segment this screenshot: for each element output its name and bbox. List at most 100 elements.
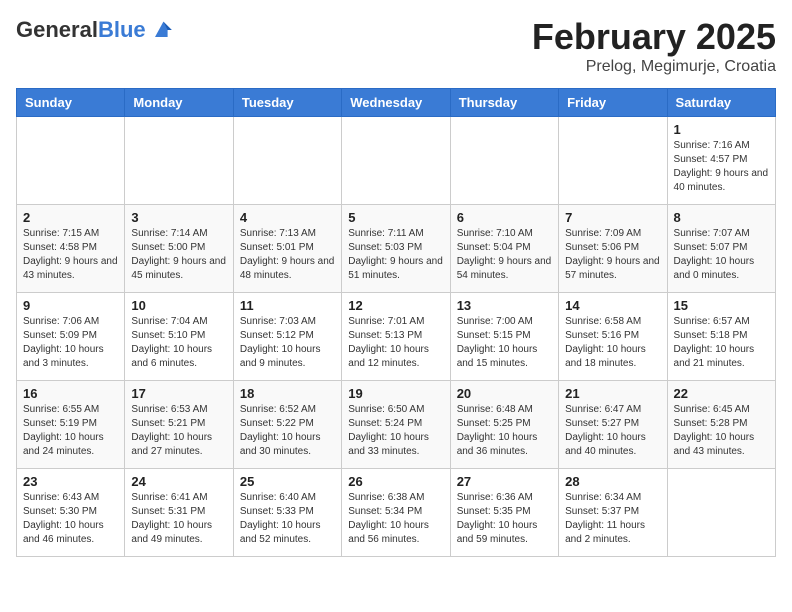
location-subtitle: Prelog, Megimurje, Croatia [532, 58, 776, 76]
day-of-week-header: Monday [125, 89, 233, 117]
calendar-cell: 13 Sunrise: 7:00 AM Sunset: 5:15 PM Dayli… [450, 293, 558, 381]
calendar-cell [667, 469, 775, 557]
calendar-cell: 6 Sunrise: 7:10 AM Sunset: 5:04 PM Daylig… [450, 205, 558, 293]
day-number: 24 [131, 474, 226, 489]
day-number: 21 [565, 386, 660, 401]
day-number: 6 [457, 210, 552, 225]
day-number: 1 [674, 122, 769, 137]
logo: GeneralBlue [16, 16, 176, 44]
logo-blue-text: Blue [98, 17, 146, 42]
day-number: 12 [348, 298, 443, 313]
day-info: Sunrise: 6:48 AM Sunset: 5:25 PM Dayligh… [457, 403, 552, 459]
day-number: 2 [23, 210, 118, 225]
day-of-week-header: Wednesday [342, 89, 450, 117]
calendar-cell: 24 Sunrise: 6:41 AM Sunset: 5:31 PM Dayli… [125, 469, 233, 557]
logo-general-text: General [16, 17, 98, 42]
day-info: Sunrise: 6:36 AM Sunset: 5:35 PM Dayligh… [457, 491, 552, 547]
calendar-cell: 28 Sunrise: 6:34 AM Sunset: 5:37 PM Dayli… [559, 469, 667, 557]
calendar-week-row: 9Sunrise: 7:06 AM Sunset: 5:09 PM Daylig… [17, 293, 776, 381]
day-number: 17 [131, 386, 226, 401]
day-info: Sunrise: 7:15 AM Sunset: 4:58 PM Dayligh… [23, 227, 118, 283]
calendar-cell [559, 117, 667, 205]
day-info: Sunrise: 6:50 AM Sunset: 5:24 PM Dayligh… [348, 403, 443, 459]
page-header: GeneralBlue February 2025 Prelog, Megimu… [16, 16, 776, 76]
logo-icon [148, 16, 176, 44]
day-number: 19 [348, 386, 443, 401]
calendar-week-row: 16Sunrise: 6:55 AM Sunset: 5:19 PM Dayli… [17, 381, 776, 469]
day-info: Sunrise: 6:57 AM Sunset: 5:18 PM Dayligh… [674, 315, 769, 371]
month-year-title: February 2025 [532, 16, 776, 58]
day-number: 10 [131, 298, 226, 313]
day-info: Sunrise: 6:45 AM Sunset: 5:28 PM Dayligh… [674, 403, 769, 459]
calendar-cell: 26 Sunrise: 6:38 AM Sunset: 5:34 PM Dayli… [342, 469, 450, 557]
day-info: Sunrise: 6:34 AM Sunset: 5:37 PM Dayligh… [565, 491, 660, 547]
calendar-cell: 9Sunrise: 7:06 AM Sunset: 5:09 PM Daylig… [17, 293, 125, 381]
day-number: 7 [565, 210, 660, 225]
day-number: 18 [240, 386, 335, 401]
day-number: 11 [240, 298, 335, 313]
day-number: 5 [348, 210, 443, 225]
day-number: 22 [674, 386, 769, 401]
day-of-week-header: Sunday [17, 89, 125, 117]
day-number: 9 [23, 298, 118, 313]
calendar-cell: 8 Sunrise: 7:07 AM Sunset: 5:07 PM Daylig… [667, 205, 775, 293]
day-info: Sunrise: 7:09 AM Sunset: 5:06 PM Dayligh… [565, 227, 660, 283]
calendar-cell [342, 117, 450, 205]
calendar-cell: 2 Sunrise: 7:15 AM Sunset: 4:58 PM Daylig… [17, 205, 125, 293]
day-number: 23 [23, 474, 118, 489]
day-number: 14 [565, 298, 660, 313]
day-number: 16 [23, 386, 118, 401]
day-info: Sunrise: 7:01 AM Sunset: 5:13 PM Dayligh… [348, 315, 443, 371]
day-info: Sunrise: 7:13 AM Sunset: 5:01 PM Dayligh… [240, 227, 335, 283]
calendar-cell: 15Sunrise: 6:57 AM Sunset: 5:18 PM Dayli… [667, 293, 775, 381]
day-info: Sunrise: 7:11 AM Sunset: 5:03 PM Dayligh… [348, 227, 443, 283]
day-of-week-header: Tuesday [233, 89, 341, 117]
day-info: Sunrise: 6:52 AM Sunset: 5:22 PM Dayligh… [240, 403, 335, 459]
day-info: Sunrise: 6:43 AM Sunset: 5:30 PM Dayligh… [23, 491, 118, 547]
calendar-cell: 14 Sunrise: 6:58 AM Sunset: 5:16 PM Dayli… [559, 293, 667, 381]
day-number: 8 [674, 210, 769, 225]
day-info: Sunrise: 7:16 AM Sunset: 4:57 PM Dayligh… [674, 139, 769, 195]
calendar-table: SundayMondayTuesdayWednesdayThursdayFrid… [16, 88, 776, 557]
day-number: 4 [240, 210, 335, 225]
day-number: 25 [240, 474, 335, 489]
calendar-cell: 12 Sunrise: 7:01 AM Sunset: 5:13 PM Dayli… [342, 293, 450, 381]
day-info: Sunrise: 7:10 AM Sunset: 5:04 PM Dayligh… [457, 227, 552, 283]
calendar-cell: 22 Sunrise: 6:45 AM Sunset: 5:28 PM Dayli… [667, 381, 775, 469]
day-info: Sunrise: 7:03 AM Sunset: 5:12 PM Dayligh… [240, 315, 335, 371]
day-number: 28 [565, 474, 660, 489]
day-number: 13 [457, 298, 552, 313]
calendar-cell: 25Sunrise: 6:40 AM Sunset: 5:33 PM Dayli… [233, 469, 341, 557]
day-info: Sunrise: 6:41 AM Sunset: 5:31 PM Dayligh… [131, 491, 226, 547]
calendar-cell: 1 Sunrise: 7:16 AM Sunset: 4:57 PM Daylig… [667, 117, 775, 205]
calendar-cell [233, 117, 341, 205]
day-number: 3 [131, 210, 226, 225]
calendar-cell: 16Sunrise: 6:55 AM Sunset: 5:19 PM Dayli… [17, 381, 125, 469]
calendar-cell [125, 117, 233, 205]
day-of-week-header: Thursday [450, 89, 558, 117]
calendar-cell [17, 117, 125, 205]
calendar-cell [450, 117, 558, 205]
day-info: Sunrise: 6:38 AM Sunset: 5:34 PM Dayligh… [348, 491, 443, 547]
calendar-cell: 21 Sunrise: 6:47 AM Sunset: 5:27 PM Dayli… [559, 381, 667, 469]
day-number: 27 [457, 474, 552, 489]
day-of-week-header: Saturday [667, 89, 775, 117]
calendar-cell: 27 Sunrise: 6:36 AM Sunset: 5:35 PM Dayli… [450, 469, 558, 557]
calendar-cell: 17Sunrise: 6:53 AM Sunset: 5:21 PM Dayli… [125, 381, 233, 469]
calendar-cell: 4 Sunrise: 7:13 AM Sunset: 5:01 PM Daylig… [233, 205, 341, 293]
day-info: Sunrise: 6:47 AM Sunset: 5:27 PM Dayligh… [565, 403, 660, 459]
calendar-header-row: SundayMondayTuesdayWednesdayThursdayFrid… [17, 89, 776, 117]
calendar-cell: 23 Sunrise: 6:43 AM Sunset: 5:30 PM Dayli… [17, 469, 125, 557]
day-info: Sunrise: 7:00 AM Sunset: 5:15 PM Dayligh… [457, 315, 552, 371]
day-number: 20 [457, 386, 552, 401]
calendar-cell: 7 Sunrise: 7:09 AM Sunset: 5:06 PM Daylig… [559, 205, 667, 293]
calendar-cell: 11 Sunrise: 7:03 AM Sunset: 5:12 PM Dayli… [233, 293, 341, 381]
day-number: 26 [348, 474, 443, 489]
calendar-week-row: 2 Sunrise: 7:15 AM Sunset: 4:58 PM Daylig… [17, 205, 776, 293]
calendar-cell: 3 Sunrise: 7:14 AM Sunset: 5:00 PM Daylig… [125, 205, 233, 293]
title-block: February 2025 Prelog, Megimurje, Croatia [532, 16, 776, 76]
day-info: Sunrise: 7:07 AM Sunset: 5:07 PM Dayligh… [674, 227, 769, 283]
calendar-cell: 10Sunrise: 7:04 AM Sunset: 5:10 PM Dayli… [125, 293, 233, 381]
day-info: Sunrise: 7:14 AM Sunset: 5:00 PM Dayligh… [131, 227, 226, 283]
day-info: Sunrise: 6:58 AM Sunset: 5:16 PM Dayligh… [565, 315, 660, 371]
